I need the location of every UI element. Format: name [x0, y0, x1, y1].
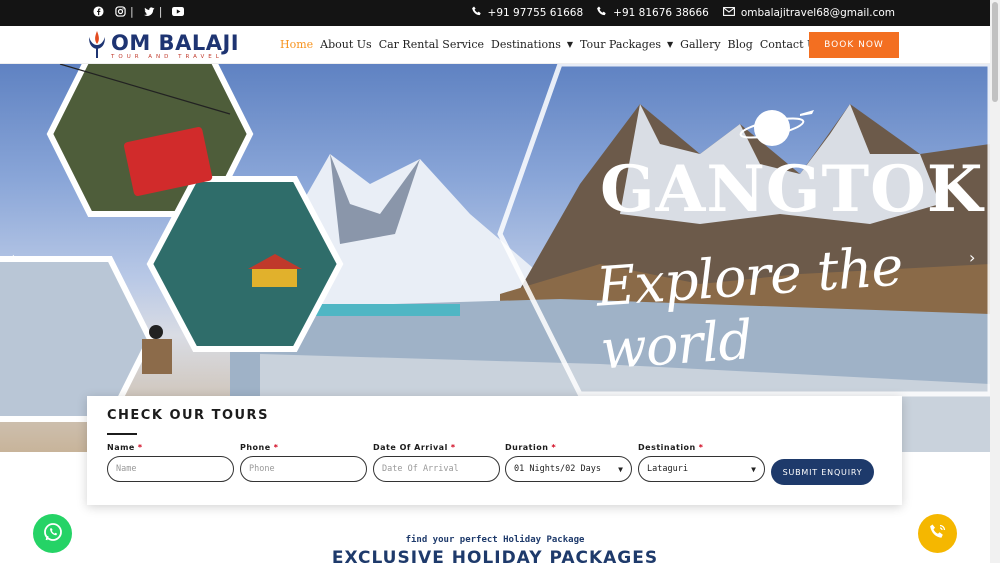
destination-label: Destination * — [638, 443, 765, 452]
email-address: ombalajitravel68@gmail.com — [740, 6, 895, 19]
title-underline — [107, 433, 137, 435]
phone-field-group: Phone * Phone — [240, 443, 367, 482]
social-links: | | — [92, 5, 184, 18]
phone-icon — [597, 6, 607, 19]
top-bar: | | +91 97755 61668 +91 81676 38666 omba… — [0, 0, 990, 26]
duration-label: Duration * — [505, 443, 632, 452]
hero-tagline: Explore the world — [594, 234, 905, 382]
divider: | — [158, 5, 163, 18]
nav-blog[interactable]: Blog — [728, 38, 753, 51]
nav-gallery[interactable]: Gallery — [680, 38, 720, 51]
arrival-label: Date Of Arrival * — [373, 443, 500, 452]
scrollbar-thumb[interactable] — [992, 2, 998, 102]
facebook-icon[interactable] — [92, 5, 105, 18]
page-scrollbar[interactable] — [990, 0, 1000, 563]
brand-logo[interactable]: OM BALAJI TOUR AND TRAVEL — [86, 29, 239, 63]
destination-select[interactable]: Lataguri ▼ — [638, 456, 765, 482]
instagram-icon[interactable] — [114, 5, 127, 18]
phone-contact-1[interactable]: +91 97755 61668 — [471, 6, 584, 19]
name-input[interactable]: Name — [107, 456, 234, 482]
required-mark: * — [698, 443, 704, 452]
tour-enquiry-form: CHECK OUR TOURS Name * Name Phone * Phone … — [87, 396, 902, 505]
trident-logo-icon — [86, 29, 108, 63]
submit-enquiry-button[interactable]: SUBMIT ENQUIRY — [771, 459, 874, 485]
nav-destinations[interactable]: Destinations ▼ — [491, 38, 573, 51]
hero-title: GANGTOK — [600, 152, 984, 227]
hero-slider: ‹ › GANGTOK Explore the world — [0, 64, 990, 452]
label-text: Destination — [638, 443, 696, 452]
nav-menu: Home About Us Car Rental Service Destina… — [280, 38, 829, 51]
dropdown-arrow-icon: ▼ — [751, 464, 756, 474]
envelope-icon — [722, 6, 735, 19]
required-mark: * — [450, 443, 456, 452]
arrival-field-group: Date Of Arrival * Date Of Arrival — [373, 443, 500, 482]
form-title: CHECK OUR TOURS — [107, 408, 269, 423]
nav-label: Tour Packages — [580, 38, 662, 51]
label-text: Name — [107, 443, 135, 452]
duration-select[interactable]: 01 Nights/02 Days ▼ — [505, 456, 632, 482]
name-label: Name * — [107, 443, 234, 452]
divider: | — [130, 5, 134, 18]
phone-contact-2[interactable]: +91 81676 38666 — [597, 6, 709, 19]
phone-number-2: +91 81676 38666 — [613, 6, 709, 19]
phone-icon — [471, 6, 482, 19]
duration-value: 01 Nights/02 Days — [514, 464, 601, 474]
dropdown-arrow-icon: ▼ — [618, 464, 623, 474]
caret-down-icon: ▼ — [566, 40, 574, 49]
arrival-date-input[interactable]: Date Of Arrival — [373, 456, 500, 482]
phone-label: Phone * — [240, 443, 367, 452]
brand-tagline: TOUR AND TRAVEL — [111, 53, 223, 60]
nav-about[interactable]: About Us — [320, 38, 372, 51]
nav-label: About Us — [320, 38, 372, 51]
main-nav: OM BALAJI TOUR AND TRAVEL Home About Us … — [0, 26, 990, 64]
nav-car-rental[interactable]: Car Rental Service — [379, 38, 484, 51]
label-text: Duration — [505, 443, 549, 452]
twitter-icon[interactable] — [143, 5, 156, 18]
required-mark: * — [273, 443, 279, 452]
nav-home[interactable]: Home — [280, 38, 313, 51]
nav-tour-packages[interactable]: Tour Packages ▼ — [580, 38, 673, 51]
name-field-group: Name * Name — [107, 443, 234, 482]
caret-down-icon: ▼ — [667, 40, 674, 49]
destination-value: Lataguri — [647, 464, 688, 474]
phone-number-1: +91 97755 61668 — [487, 6, 584, 19]
label-text: Phone — [240, 443, 271, 452]
nav-label: Destinations — [491, 38, 561, 51]
nav-label: Gallery — [680, 38, 721, 51]
nav-label: Car Rental Service — [378, 38, 484, 51]
required-mark: * — [551, 443, 557, 452]
book-now-button[interactable]: BOOK NOW — [809, 32, 899, 58]
prev-slide-arrow[interactable]: ‹ — [9, 248, 15, 267]
youtube-icon[interactable] — [171, 5, 184, 18]
email-contact[interactable]: ombalajitravel68@gmail.com — [722, 6, 895, 19]
section-kicker: find your perfect Holiday Package — [405, 535, 585, 545]
nav-label: Home — [280, 38, 314, 51]
phone-input[interactable]: Phone — [240, 456, 367, 482]
contact-info: +91 97755 61668 +91 81676 38666 ombalaji… — [471, 6, 895, 19]
section-heading: EXCLUSIVE HOLIDAY PACKAGES — [331, 548, 659, 563]
required-mark: * — [137, 443, 143, 452]
nav-label: Blog — [727, 38, 753, 51]
destination-field-group: Destination * Lataguri ▼ — [638, 443, 765, 482]
label-text: Date Of Arrival — [373, 443, 448, 452]
brand-name: OM BALAJI — [111, 30, 240, 55]
duration-field-group: Duration * 01 Nights/02 Days ▼ — [505, 443, 632, 482]
